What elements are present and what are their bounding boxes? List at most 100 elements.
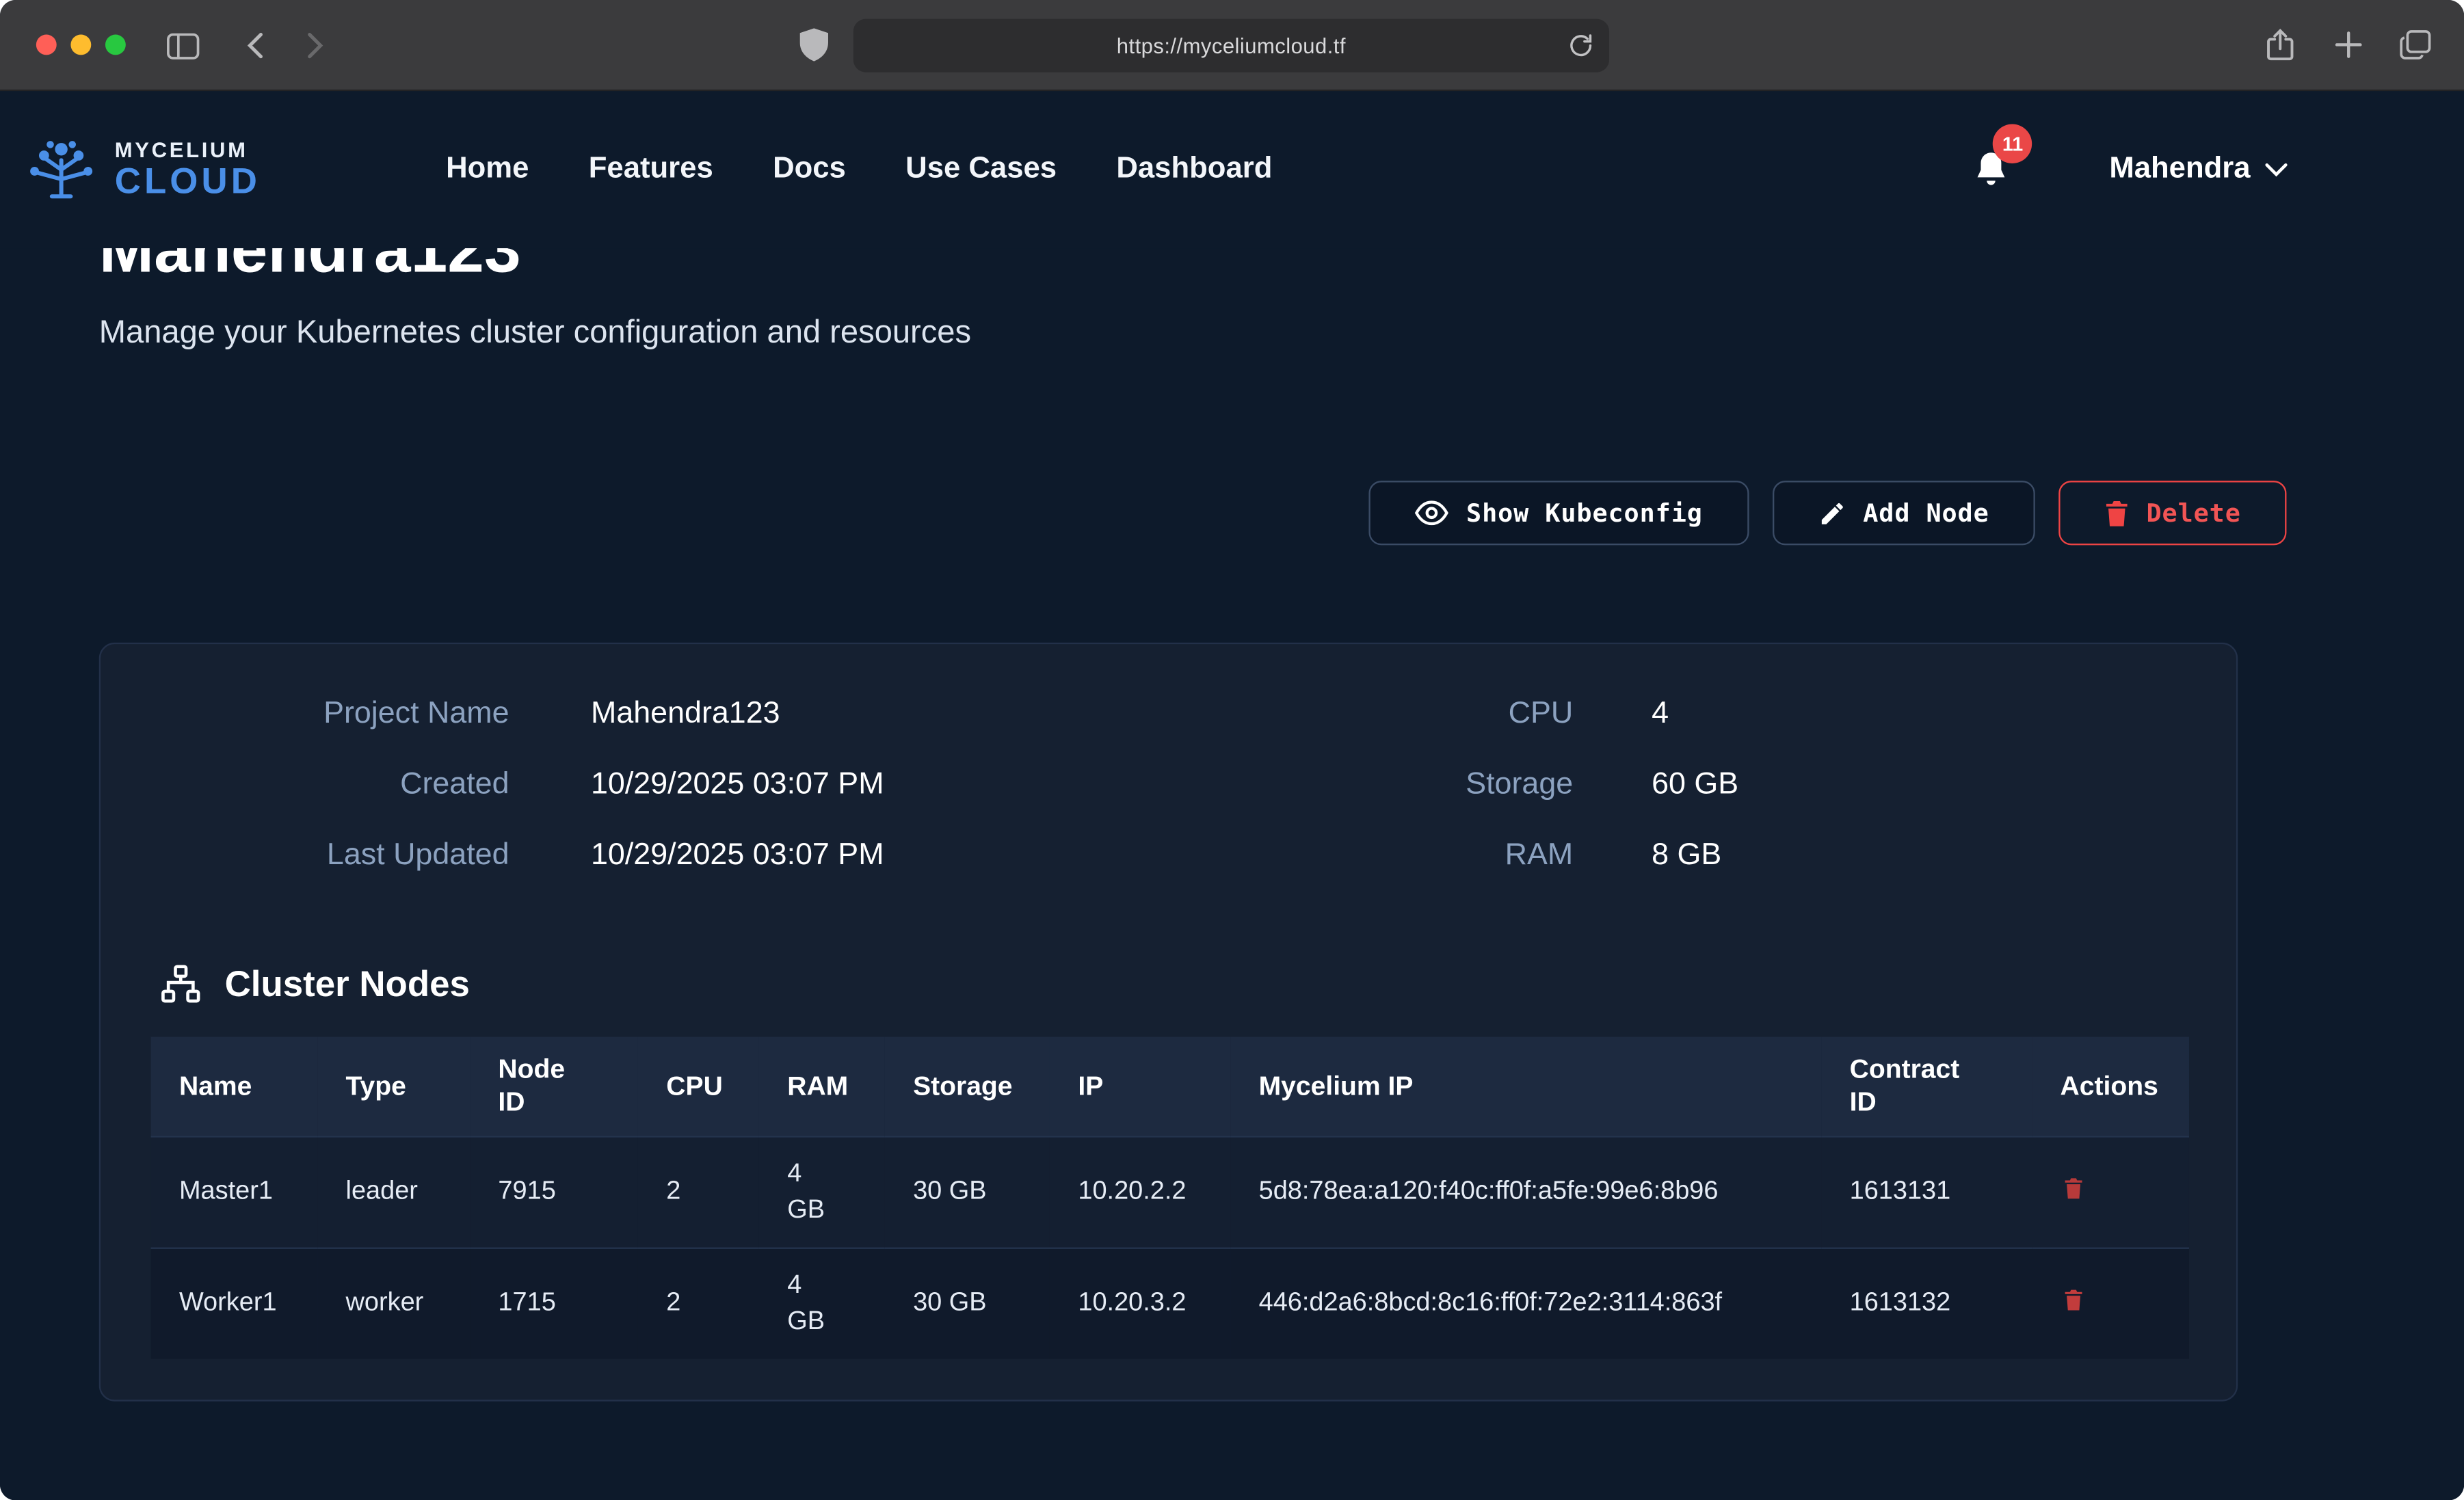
delete-label: Delete: [2146, 498, 2240, 528]
cluster-nodes-header: Cluster Nodes: [159, 963, 2236, 1006]
top-navigation: MYCELIUM CLOUD Home Features Docs Use Ca…: [0, 91, 2464, 248]
nav-link-docs[interactable]: Docs: [773, 152, 846, 187]
cluster-actions: Show Kubeconfig Add Node Delete: [99, 481, 2287, 545]
col-header-mycelium-ip: Mycelium IP: [1230, 1037, 1821, 1136]
pencil-icon: [1818, 499, 1846, 527]
show-kubeconfig-label: Show Kubeconfig: [1466, 498, 1703, 528]
cell-cpu: 2: [638, 1136, 759, 1248]
tab-overview-icon[interactable]: [2398, 27, 2433, 62]
detail-label: Created: [101, 749, 509, 820]
mycelium-tree-icon: [23, 137, 98, 203]
cell-actions: [2032, 1136, 2189, 1248]
detail-value: 8 GB: [1652, 820, 1738, 891]
detail-label: Storage: [1338, 749, 1574, 820]
detail-label: RAM: [1338, 820, 1574, 891]
show-kubeconfig-button[interactable]: Show Kubeconfig: [1369, 481, 1749, 545]
detail-value: 10/29/2025 03:07 PM: [591, 749, 884, 820]
table-row: Master1 leader 7915 2 4 GB 30 GB 10.20.2…: [151, 1136, 2189, 1248]
detail-value: Mahendra123: [591, 679, 884, 749]
cell-name: Master1: [151, 1136, 318, 1248]
cell-mycelium-ip: 446:d2a6:8bcd:8c16:ff0f:72e2:3114:863f: [1230, 1248, 1821, 1358]
traffic-lights: [36, 35, 126, 55]
brand-bottom-label: CLOUD: [115, 164, 261, 200]
cell-ip: 10.20.2.2: [1050, 1136, 1230, 1248]
forward-icon[interactable]: [295, 27, 333, 64]
cell-type: worker: [317, 1248, 470, 1358]
zoom-window-button[interactable]: [105, 35, 126, 55]
col-header-type: Type: [317, 1037, 470, 1136]
row-delete-button[interactable]: [2061, 1285, 2087, 1315]
col-header-cpu: CPU: [638, 1037, 759, 1136]
col-header-node-id: Node ID: [470, 1037, 638, 1136]
nav-link-home[interactable]: Home: [446, 152, 529, 187]
notifications-button[interactable]: 11: [1971, 148, 2012, 191]
cluster-nodes-title: Cluster Nodes: [225, 963, 470, 1006]
cluster-details-card: Project Name Mahendra123 Created 10/29/2…: [99, 643, 2238, 1402]
detail-label: Project Name: [101, 679, 509, 749]
col-header-ip: IP: [1050, 1037, 1230, 1136]
new-tab-icon[interactable]: [2331, 27, 2366, 62]
cell-name: Worker1: [151, 1248, 318, 1358]
col-header-actions: Actions: [2032, 1037, 2189, 1136]
cell-contract-id: 1613132: [1821, 1248, 2032, 1358]
trash-icon: [2104, 499, 2129, 527]
minimize-window-button[interactable]: [70, 35, 91, 55]
delete-cluster-button[interactable]: Delete: [2058, 481, 2287, 545]
nav-right: 11 Mahendra: [1971, 148, 2464, 191]
cell-ram: 4 GB: [759, 1248, 885, 1358]
nav-link-dashboard[interactable]: Dashboard: [1116, 152, 1272, 187]
detail-label: CPU: [1338, 679, 1574, 749]
back-icon[interactable]: [236, 27, 274, 64]
detail-label: Last Updated: [101, 820, 509, 891]
chrome-right-buttons: [2263, 27, 2433, 62]
cell-storage: 30 GB: [885, 1248, 1050, 1358]
table-row: Worker1 worker 1715 2 4 GB 30 GB 10.20.3…: [151, 1248, 2189, 1358]
col-header-contract-id: Contract ID: [1821, 1037, 2032, 1136]
add-node-label: Add Node: [1863, 498, 1989, 528]
cell-node-id: 7915: [470, 1136, 638, 1248]
cell-type: leader: [317, 1136, 470, 1248]
chevron-down-icon: [2264, 162, 2288, 178]
nav-link-features[interactable]: Features: [589, 152, 713, 187]
brand-logo[interactable]: MYCELIUM CLOUD: [23, 137, 260, 203]
col-header-ram: RAM: [759, 1037, 885, 1136]
col-header-storage: Storage: [885, 1037, 1050, 1136]
brand-text: MYCELIUM CLOUD: [115, 139, 261, 200]
cell-storage: 30 GB: [885, 1136, 1050, 1248]
nodes-table: Name Type Node ID CPU RAM Storage IP Myc…: [151, 1037, 2189, 1359]
browser-chrome: https://myceliumcloud.tf: [0, 0, 2464, 91]
user-menu[interactable]: Mahendra: [2109, 152, 2288, 187]
privacy-shield-icon[interactable]: [795, 25, 833, 63]
notification-count-badge: 11: [1993, 124, 2032, 163]
page-subtitle: Manage your Kubernetes cluster configura…: [99, 314, 2366, 352]
cell-node-id: 1715: [470, 1248, 638, 1358]
project-details-left: Project Name Mahendra123 Created 10/29/2…: [101, 679, 884, 891]
project-details: Project Name Mahendra123 Created 10/29/2…: [101, 679, 2236, 891]
nav-links: Home Features Docs Use Cases Dashboard: [446, 152, 1272, 187]
close-window-button[interactable]: [36, 35, 57, 55]
detail-value: 60 GB: [1652, 749, 1738, 820]
share-icon[interactable]: [2263, 27, 2298, 62]
sidebar-toggle-icon[interactable]: [163, 27, 201, 64]
cell-mycelium-ip: 5d8:78ea:a120:f40c:ff0f:a5fe:99e6:8b96: [1230, 1136, 1821, 1248]
hierarchy-icon: [159, 963, 202, 1006]
nodes-table-wrapper: Name Type Node ID CPU RAM Storage IP Myc…: [151, 1037, 2186, 1359]
table-header-row: Name Type Node ID CPU RAM Storage IP Myc…: [151, 1037, 2189, 1136]
address-bar[interactable]: https://myceliumcloud.tf: [853, 19, 1609, 72]
cell-contract-id: 1613131: [1821, 1136, 2032, 1248]
cell-cpu: 2: [638, 1248, 759, 1358]
nav-link-use-cases[interactable]: Use Cases: [905, 152, 1057, 187]
trash-icon: [2063, 1176, 2084, 1199]
row-delete-button[interactable]: [2061, 1173, 2087, 1203]
add-node-button[interactable]: Add Node: [1772, 481, 2035, 545]
col-header-name: Name: [151, 1037, 318, 1136]
web-page: MYCELIUM CLOUD Home Features Docs Use Ca…: [0, 91, 2464, 1500]
detail-value: 10/29/2025 03:07 PM: [591, 820, 884, 891]
browser-window: https://myceliumcloud.tf: [0, 0, 2464, 1500]
reload-icon[interactable]: [1567, 31, 1595, 59]
trash-icon: [2063, 1288, 2084, 1311]
cell-ram: 4 GB: [759, 1136, 885, 1248]
detail-value: 4: [1652, 679, 1738, 749]
eye-icon: [1414, 500, 1449, 526]
scale-wrapper: https://myceliumcloud.tf: [0, 0, 2464, 1500]
